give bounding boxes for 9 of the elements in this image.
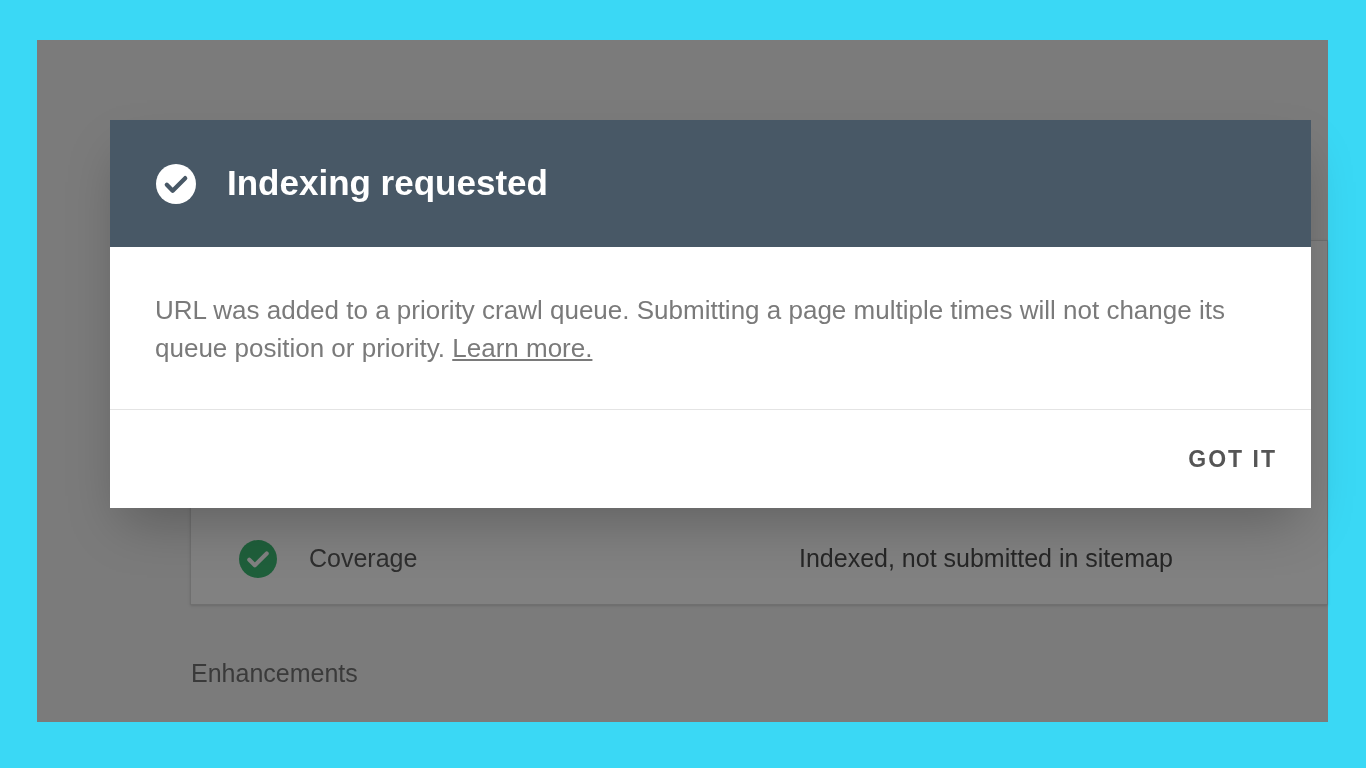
row-value: Indexed, not submitted in sitemap xyxy=(799,543,1173,575)
learn-more-link[interactable]: Learn more. xyxy=(452,333,593,363)
row-label: Coverage xyxy=(309,543,419,575)
got-it-button[interactable]: GOT IT xyxy=(1178,433,1287,485)
check-circle-icon xyxy=(239,540,277,578)
dialog-title: Indexing requested xyxy=(227,162,548,205)
check-circle-icon xyxy=(156,163,196,204)
dialog-message: URL was added to a priority crawl queue. Submitting a page multiple times will not change its queue position or priority. Learn more. xyxy=(110,247,1311,410)
section-heading: Enhancements xyxy=(191,658,359,689)
